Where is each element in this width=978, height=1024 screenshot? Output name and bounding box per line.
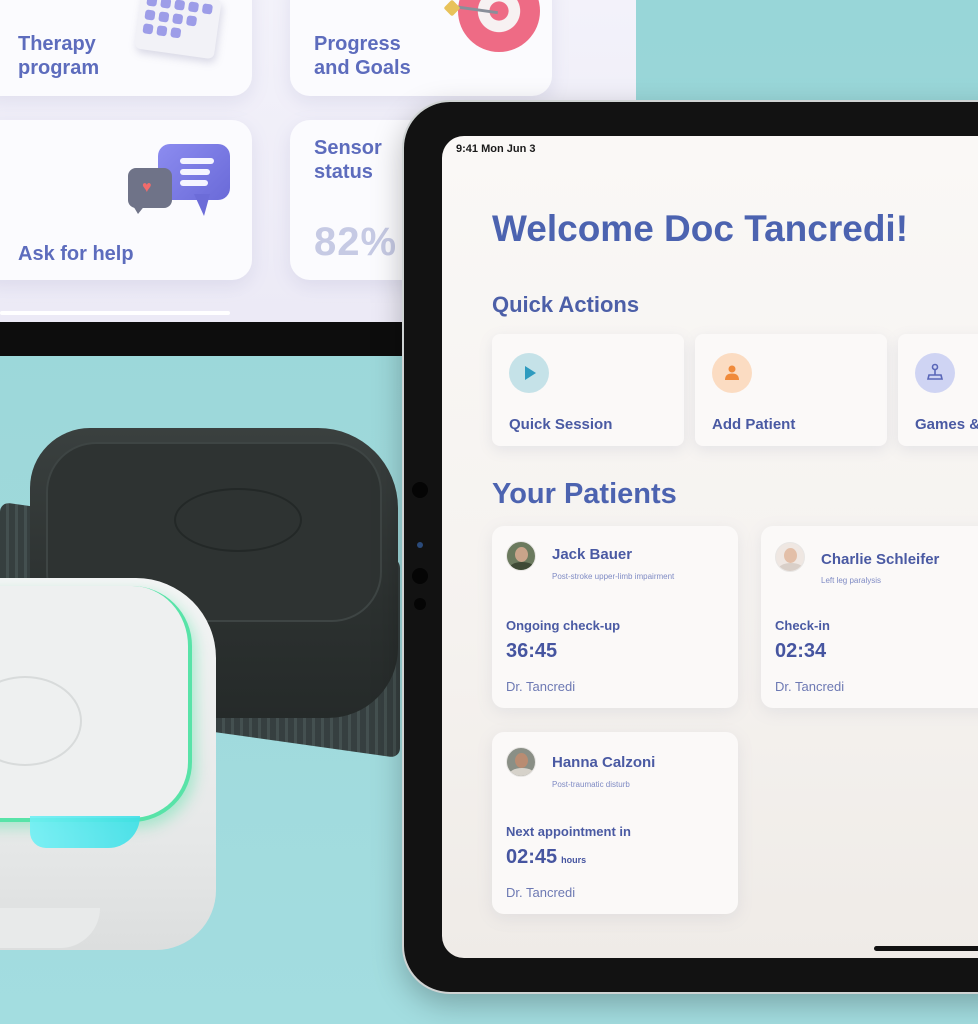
- heart-icon: ♥: [142, 179, 152, 196]
- therapy-program-label: Therapy program: [18, 33, 100, 79]
- patient-name: Charlie Schleifer: [821, 551, 940, 568]
- patient-card-charlie-schleifer[interactable]: Charlie Schleifer Left leg paralysis Che…: [761, 526, 978, 708]
- games-label: Games &: [915, 416, 978, 433]
- patient-card-hanna-calzoni[interactable]: Hanna Calzoni Post-traumatic disturb Nex…: [492, 732, 738, 914]
- patient-doctor: Dr. Tancredi: [506, 885, 576, 900]
- home-indicator[interactable]: [874, 946, 978, 951]
- white-sensor-device: [0, 578, 216, 950]
- patient-status: Ongoing check-up: [506, 618, 621, 633]
- patient-condition: Left leg paralysis: [821, 576, 882, 585]
- patient-status: Next appointment in: [506, 824, 631, 839]
- avatar: [506, 747, 536, 777]
- sensor-status-label: Sensor status: [314, 137, 382, 183]
- camera-dot: [412, 568, 428, 584]
- white-sensor-top: [0, 586, 192, 822]
- joystick-icon: [915, 353, 955, 393]
- white-sensor-button: [0, 676, 82, 766]
- patient-doctor: Dr. Tancredi: [775, 679, 845, 694]
- patient-time-unit: hours: [561, 855, 587, 865]
- patient-doctor: Dr. Tancredi: [506, 679, 576, 694]
- avatar: [775, 542, 805, 572]
- patient-condition: Post-traumatic disturb: [552, 780, 630, 789]
- quick-actions-title: Quick Actions: [492, 292, 640, 317]
- your-patients-title: Your Patients: [492, 478, 677, 510]
- patient-condition: Post-stroke upper-limb impairment: [552, 572, 675, 581]
- ask-for-help-label: Ask for help: [18, 243, 134, 265]
- welcome-title: Welcome Doc Tancredi!: [492, 208, 909, 249]
- camera-dot: [414, 598, 426, 610]
- patient-time-value: 02:34: [775, 640, 827, 662]
- app-screen: 9:41 Mon Jun 3 Welcome Doc Tancredi! Qui…: [442, 136, 978, 958]
- quick-session-label: Quick Session: [509, 416, 613, 433]
- patient-time-value: 02:45: [506, 846, 558, 868]
- progress-goals-label: Progress and Goals: [314, 33, 411, 79]
- games-button[interactable]: Games &: [898, 334, 978, 446]
- play-icon: [509, 353, 549, 393]
- front-tablet: 9:41 Mon Jun 3 Welcome Doc Tancredi! Qui…: [402, 100, 978, 994]
- patient-time: 02:45 hours: [506, 846, 586, 869]
- add-patient-button[interactable]: Add Patient: [695, 334, 887, 446]
- person-icon: [712, 353, 752, 393]
- avatar: [506, 541, 536, 571]
- back-home-indicator: [0, 311, 230, 315]
- sensor-status-value: 82%: [314, 220, 398, 264]
- camera-dot: [412, 482, 428, 498]
- patient-time-value: 36:45: [506, 640, 558, 662]
- patient-name: Jack Bauer: [552, 546, 633, 563]
- patient-status: Check-in: [775, 618, 830, 633]
- sensor-dot: [417, 542, 423, 548]
- dark-sensor-button: [174, 488, 302, 552]
- add-patient-label: Add Patient: [712, 416, 796, 433]
- patient-card-jack-bauer[interactable]: Jack Bauer Post-stroke upper-limb impair…: [492, 526, 738, 708]
- patient-name: Hanna Calzoni: [552, 754, 656, 771]
- white-sensor-base: [0, 908, 100, 948]
- status-bar-time: 9:41 Mon Jun 3: [456, 143, 536, 155]
- patient-time: 02:34: [775, 640, 826, 663]
- heart-chat-icon: ♥: [128, 168, 172, 214]
- quick-session-button[interactable]: Quick Session: [492, 334, 684, 446]
- patient-time: 36:45: [506, 640, 557, 663]
- sensor-glow-light: [30, 816, 140, 848]
